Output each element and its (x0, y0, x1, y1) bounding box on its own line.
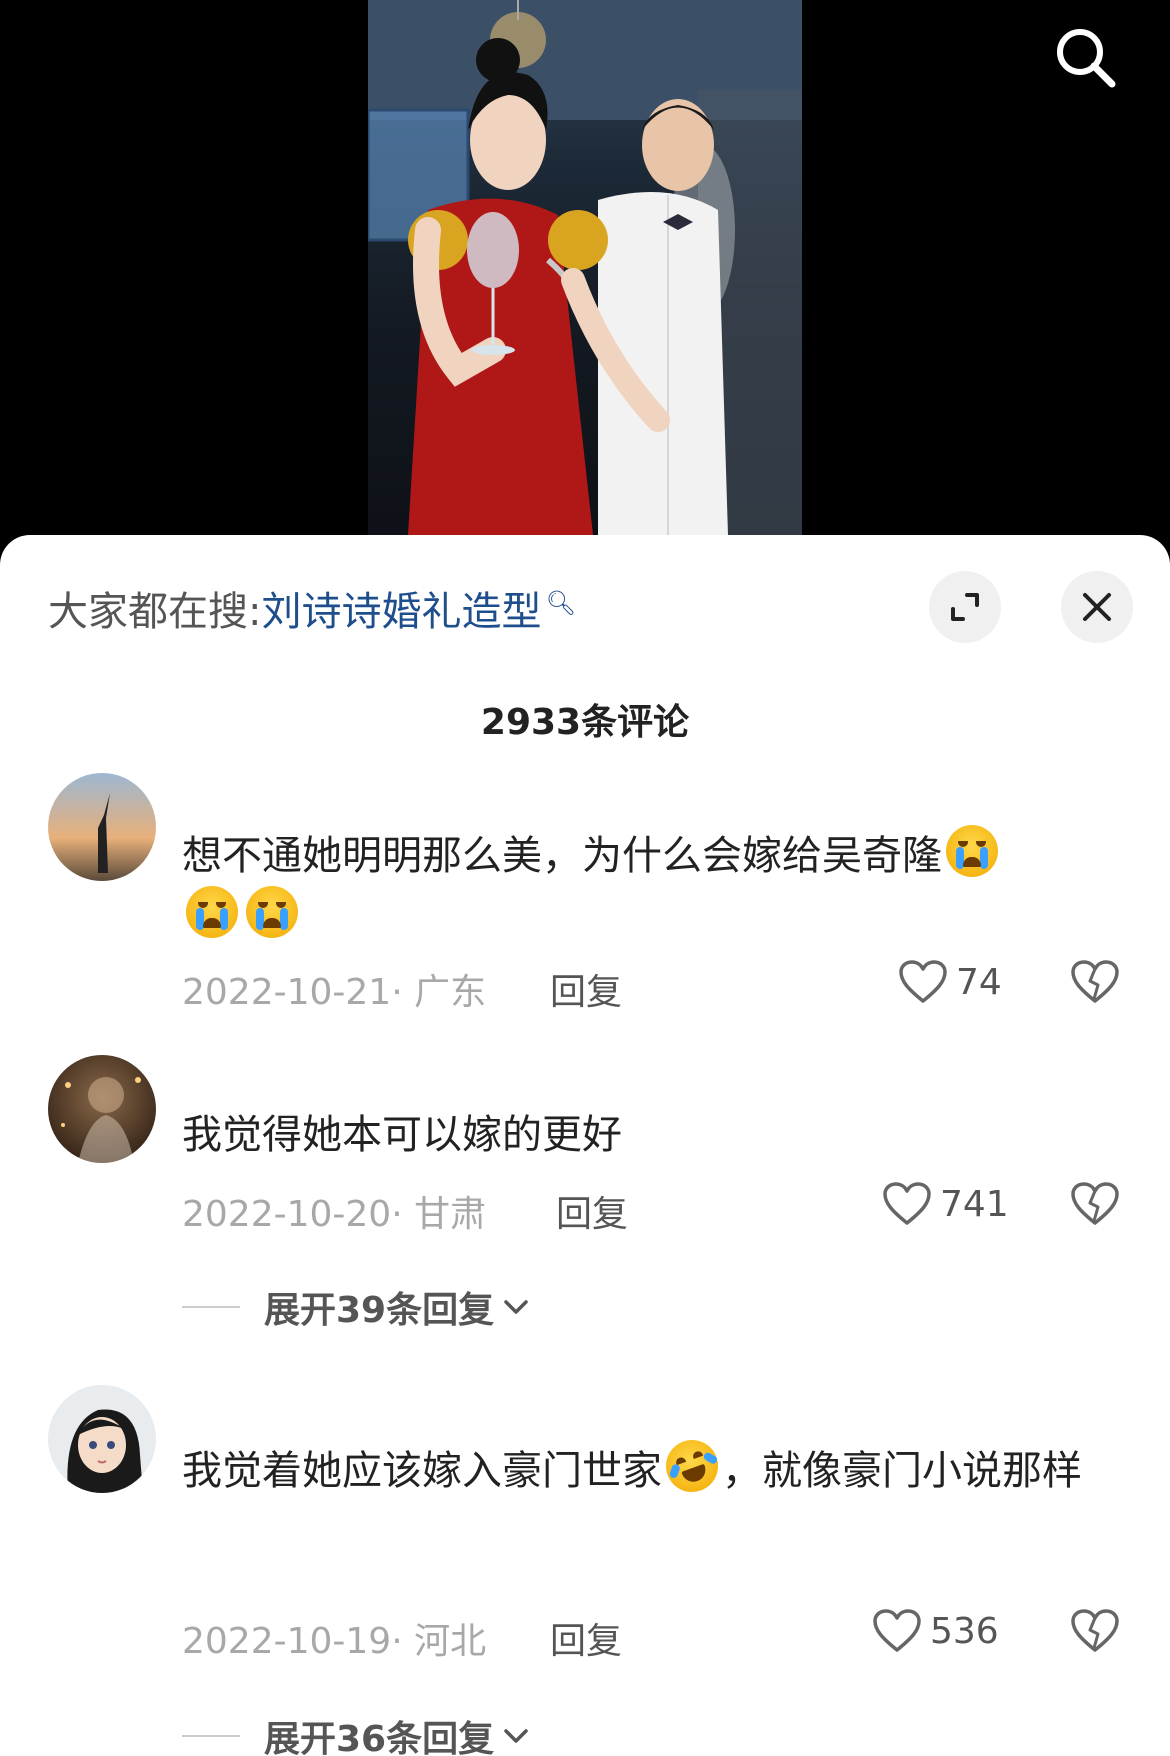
comment-text: 想不通她明明那么美，为什么会嫁给吴奇隆 (182, 825, 1112, 947)
close-button[interactable] (1061, 571, 1133, 643)
reply-button[interactable]: 回复 (550, 963, 622, 1015)
broken-heart-icon (1071, 1609, 1119, 1652)
loudly-crying-emoji (946, 825, 998, 877)
comment-text-after-emoji: ，就像豪门小说那样 (722, 1448, 1082, 1494)
hot-search-bar[interactable]: 大家都在搜:刘诗诗婚礼造型 🔍︎ (48, 579, 576, 637)
hot-search-label: 大家都在搜: (48, 589, 262, 635)
reply-button[interactable]: 回复 (556, 1185, 628, 1237)
username-blurred[interactable] (182, 1061, 190, 1089)
dislike-button[interactable] (1070, 959, 1120, 1009)
avatar[interactable] (48, 773, 156, 881)
expand-replies-label: 展开36条回复 (264, 1719, 495, 1756)
expand-icon (951, 593, 979, 621)
like-count: 536 (930, 1610, 999, 1652)
like-button[interactable]: 536 (872, 1608, 999, 1654)
comments-sheet: 大家都在搜:刘诗诗婚礼造型 🔍︎ 2933条评论 想不通她明明那么美，为什么会嫁给… (0, 535, 1170, 1756)
comment-text-before-emoji: 我觉着她应该嫁入豪门世家 (182, 1448, 662, 1494)
hot-search-keyword[interactable]: 刘诗诗婚礼造型 (261, 589, 541, 635)
comment-date-location: 2022-10-19· 河北 (182, 1621, 487, 1662)
expand-button[interactable] (929, 571, 1001, 643)
avatar-image (48, 1055, 156, 1163)
expand-replies-button[interactable]: 展开39条回复 (182, 1281, 534, 1333)
heart-icon (873, 1609, 921, 1652)
username-blurred[interactable] (182, 1391, 190, 1419)
comment-text: 我觉得她本可以嫁的更好 (182, 1112, 622, 1158)
chevron-down-icon (504, 1729, 528, 1743)
heart-icon (899, 960, 947, 1003)
like-count: 74 (956, 961, 1002, 1003)
broken-heart-icon (1071, 960, 1119, 1003)
avatar-image (48, 773, 156, 881)
chevron-down-icon (504, 1300, 528, 1314)
like-button[interactable]: 74 (898, 959, 1002, 1005)
comment-item: 我觉着她应该嫁入豪门世家 ，就像豪门小说那样 2022-10-19· 河北 回复 … (0, 1385, 1170, 1756)
comment-item: 我觉得她本可以嫁的更好 2022-10-20· 甘肃 回复 741 展开39条回… (0, 1055, 1170, 1331)
like-button[interactable]: 741 (882, 1181, 1009, 1227)
avatar[interactable] (48, 1385, 156, 1493)
close-icon (1083, 593, 1111, 621)
avatar-image (48, 1385, 156, 1493)
comment-count: 2933条评论 (480, 702, 690, 743)
video-frame[interactable] (368, 0, 802, 535)
reply-button[interactable]: 回复 (550, 1612, 622, 1664)
broken-heart-icon (1071, 1182, 1119, 1225)
comment-text-body: 想不通她明明那么美，为什么会嫁给吴奇隆 (182, 833, 942, 879)
search-icon (1057, 29, 1116, 88)
rolling-laughing-emoji (658, 1432, 726, 1500)
divider (182, 1306, 240, 1308)
video-player[interactable] (0, 0, 1170, 560)
dislike-button[interactable] (1070, 1608, 1120, 1658)
username-blurred[interactable] (182, 779, 190, 807)
video-scene-image (368, 0, 802, 535)
loudly-crying-emoji (246, 886, 298, 938)
comment-date-location: 2022-10-20· 甘肃 (182, 1194, 487, 1235)
search-button[interactable] (1050, 22, 1120, 92)
expand-replies-button[interactable]: 展开36条回复 (182, 1710, 534, 1756)
dislike-button[interactable] (1070, 1181, 1120, 1231)
comment-date-location: 2022-10-21· 广东 (182, 972, 487, 1013)
loudly-crying-emoji (186, 886, 238, 938)
divider (182, 1735, 240, 1737)
comment-text: 我觉着她应该嫁入豪门世家 ，就像豪门小说那样 (182, 1432, 1112, 1501)
avatar[interactable] (48, 1055, 156, 1163)
like-count: 741 (940, 1183, 1009, 1225)
expand-replies-label: 展开39条回复 (264, 1290, 495, 1331)
search-small-icon: 🔍︎ (545, 588, 576, 617)
comment-item: 想不通她明明那么美，为什么会嫁给吴奇隆 2022-10-21· 广东 回复 74 (0, 773, 1170, 1013)
heart-icon (883, 1182, 931, 1225)
